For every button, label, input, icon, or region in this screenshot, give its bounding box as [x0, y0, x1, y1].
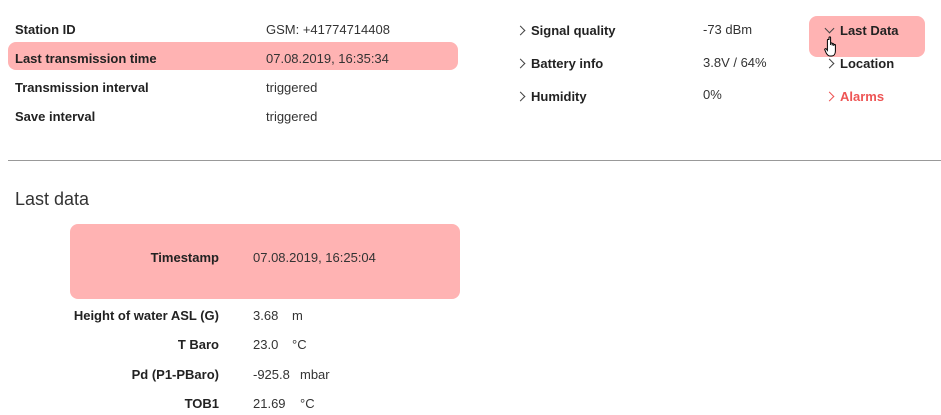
- hand-cursor-icon: [824, 36, 836, 57]
- save-interval-label: Save interval: [15, 109, 96, 124]
- chevron-down-icon: [824, 23, 835, 34]
- humidity-toggle[interactable]: Humidity: [515, 89, 587, 104]
- last-transmission-value: 07.08.2019, 16:35:34: [266, 51, 389, 66]
- chevron-right-icon: [515, 25, 526, 36]
- nav-alarms[interactable]: Alarms: [824, 89, 885, 104]
- last-transmission-label: Last transmission time: [15, 51, 157, 66]
- t-baro-unit: °C: [292, 337, 307, 352]
- nav-location[interactable]: Location: [824, 56, 895, 71]
- nav-location-label: Location: [840, 56, 895, 71]
- section-divider: [8, 160, 941, 161]
- humidity-label: Humidity: [531, 89, 587, 104]
- battery-info-toggle[interactable]: Battery info: [515, 56, 604, 71]
- chevron-right-icon: [824, 58, 835, 69]
- signal-quality-label: Signal quality: [531, 23, 616, 38]
- height-water-value: 3.68: [253, 308, 279, 323]
- chevron-right-icon: [515, 91, 526, 102]
- battery-info-value: 3.8V / 64%: [703, 55, 767, 70]
- tob1-unit: °C: [300, 396, 315, 411]
- pd-unit: mbar: [300, 367, 330, 382]
- nav-last-data-label: Last Data: [840, 23, 899, 38]
- t-baro-label: T Baro: [177, 337, 219, 352]
- last-data-title: Last data: [15, 189, 90, 209]
- chevron-right-icon: [824, 91, 835, 102]
- timestamp-value: 07.08.2019, 16:25:04: [253, 250, 376, 265]
- station-id-label: Station ID: [15, 22, 76, 37]
- t-baro-value: 23.0: [253, 337, 279, 352]
- nav-alarms-label: Alarms: [840, 89, 885, 104]
- save-interval-value: triggered: [266, 109, 318, 124]
- signal-quality-toggle[interactable]: Signal quality: [515, 23, 616, 38]
- tob1-value: 21.69: [253, 396, 286, 411]
- station-id-value: GSM: +41774714408: [266, 22, 390, 37]
- pd-label: Pd (P1-PBaro): [131, 367, 219, 382]
- transmission-interval-label: Transmission interval: [15, 80, 149, 95]
- humidity-value: 0%: [703, 87, 722, 102]
- transmission-interval-value: triggered: [266, 80, 318, 95]
- tob1-label: TOB1: [184, 396, 219, 411]
- height-water-label: Height of water ASL (G): [73, 308, 219, 323]
- battery-info-label: Battery info: [531, 56, 604, 71]
- timestamp-label: Timestamp: [150, 250, 219, 265]
- pd-value: -925.8: [253, 367, 290, 382]
- height-water-unit: m: [292, 308, 303, 323]
- signal-quality-value: -73 dBm: [703, 22, 753, 37]
- chevron-right-icon: [515, 58, 526, 69]
